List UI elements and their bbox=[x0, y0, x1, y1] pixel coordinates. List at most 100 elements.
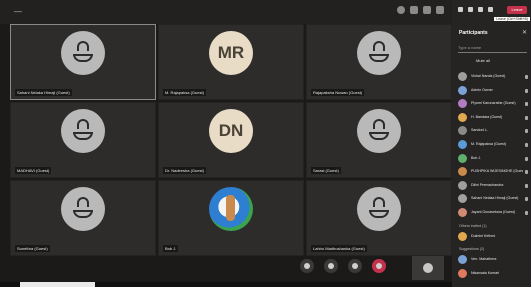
chat-icon[interactable] bbox=[410, 6, 418, 14]
participant-row-name: Nisansala Kumari bbox=[471, 270, 500, 275]
participant-row-name: Sahani Nelaka Himaji (Guest) bbox=[471, 196, 519, 201]
participant-row-name: Dulmini Kethmi bbox=[471, 233, 496, 238]
participant-row[interactable]: H. Bandara (Guest) bbox=[456, 111, 531, 125]
share-button[interactable] bbox=[348, 259, 362, 273]
participant-name: Sahani Nelaka Himaji (Guest) bbox=[15, 89, 72, 96]
leave-button[interactable]: Leave bbox=[507, 6, 527, 14]
self-avatar-icon bbox=[423, 263, 433, 273]
participant-avatar bbox=[458, 194, 467, 204]
participant-avatar bbox=[458, 72, 467, 81]
participant-row[interactable]: Dulmini Kethmi bbox=[456, 230, 531, 244]
video-tile[interactable]: Bob J. bbox=[158, 180, 304, 256]
participant-name: Sarasi (Guest) bbox=[311, 167, 341, 174]
photo-avatar bbox=[209, 187, 253, 232]
participant-row[interactable]: Piyumi Karunaratne (Guest) bbox=[456, 97, 531, 111]
video-tile[interactable]: MR M. Rajapaksa (Guest) bbox=[158, 24, 304, 100]
reactions-icon[interactable] bbox=[423, 6, 431, 14]
video-tile[interactable]: Sarasi (Guest) bbox=[306, 102, 452, 178]
participant-name: M. Rajapaksa (Guest) bbox=[163, 89, 206, 96]
initials-avatar: MR bbox=[209, 31, 253, 76]
participant-row[interactable]: Bob J. bbox=[456, 152, 531, 166]
default-avatar-icon bbox=[61, 187, 105, 232]
self-view[interactable] bbox=[412, 256, 444, 280]
participant-row-name: Bob J. bbox=[471, 155, 482, 160]
participant-row-name: Admin Owner bbox=[471, 87, 493, 92]
more-options-icon[interactable] bbox=[436, 6, 444, 14]
participant-row-name: PUSHPIKA WIJESINGHE (Guest) bbox=[471, 169, 523, 174]
microphone-icon bbox=[525, 170, 528, 175]
people-icon[interactable] bbox=[397, 6, 405, 14]
video-tile[interactable]: Lahiru Madhushanka (Guest) bbox=[306, 180, 452, 256]
meeting-toolbar bbox=[397, 6, 444, 14]
more-icon[interactable] bbox=[478, 7, 483, 12]
microphone-button[interactable] bbox=[324, 259, 338, 273]
call-controls bbox=[300, 259, 386, 273]
windows-taskbar bbox=[0, 282, 452, 287]
video-tile[interactable]: Rajapaksha Nuwan (Guest) bbox=[306, 24, 452, 100]
participant-row-name: H. Bandara (Guest) bbox=[471, 114, 503, 119]
participant-avatar bbox=[458, 139, 467, 149]
section-header-others[interactable]: Others invited (1) bbox=[456, 220, 531, 230]
close-icon[interactable]: ✕ bbox=[522, 29, 527, 36]
participant-row-name: Jayani Gunasekara (Guest) bbox=[471, 209, 515, 214]
participant-name: Sunethra (Guest) bbox=[15, 245, 50, 252]
participant-row[interactable]: Jayani Gunasekara (Guest) bbox=[456, 206, 531, 220]
participant-avatar bbox=[458, 153, 467, 163]
camera-icon[interactable] bbox=[488, 7, 493, 12]
participant-list: Vishal Nanda (Guest) Admin Owner Piyumi … bbox=[456, 70, 531, 280]
microphone-icon bbox=[525, 115, 528, 120]
participant-row[interactable]: M. Rajapaksa (Guest) bbox=[456, 138, 531, 152]
video-tile[interactable]: DN Dr. Nadeesha (Guest) bbox=[158, 102, 304, 178]
meeting-topbar: — bbox=[0, 0, 452, 24]
participant-avatar bbox=[458, 255, 467, 265]
participant-row[interactable]: Vishal Nanda (Guest) bbox=[456, 70, 531, 84]
participant-avatar bbox=[458, 112, 467, 122]
camera-button[interactable] bbox=[300, 259, 314, 273]
participant-row-name: Dilini Premachandra bbox=[471, 182, 504, 187]
section-header-suggestions[interactable]: Suggestions (2) bbox=[456, 243, 531, 253]
participant-row[interactable]: Ven. Mahathera bbox=[456, 253, 531, 267]
panel-title: Participants bbox=[459, 30, 488, 36]
participant-name: Lahiru Madhushanka (Guest) bbox=[311, 245, 367, 252]
participant-avatar bbox=[458, 231, 467, 241]
participant-name: MADHAVI (Guest) bbox=[15, 167, 52, 174]
participant-row[interactable]: Nisansala Kumari bbox=[456, 267, 531, 281]
participant-row-name: Sanduni L. bbox=[471, 128, 489, 133]
participant-avatar bbox=[458, 180, 467, 190]
participant-name: Rajapaksha Nuwan (Guest) bbox=[311, 89, 365, 96]
video-tile[interactable]: MADHAVI (Guest) bbox=[10, 102, 156, 178]
participant-row[interactable]: PUSHPIKA WIJESINGHE (Guest) bbox=[456, 165, 531, 179]
chat-icon[interactable] bbox=[458, 7, 463, 12]
participant-row[interactable]: Sahani Nelaka Himaji (Guest) bbox=[456, 192, 531, 206]
taskbar-search[interactable] bbox=[20, 282, 95, 287]
share-icon bbox=[352, 263, 358, 269]
hang-up-icon bbox=[376, 263, 382, 269]
participant-row-name: M. Rajapaksa (Guest) bbox=[471, 141, 506, 146]
participant-row[interactable]: Admin Owner bbox=[456, 84, 531, 98]
microphone-icon bbox=[525, 183, 528, 188]
microphone-icon bbox=[525, 197, 528, 202]
video-tile[interactable]: Sunethra (Guest) bbox=[10, 180, 156, 256]
participant-row[interactable]: Dilini Premachandra bbox=[456, 179, 531, 193]
participant-row[interactable]: Sanduni L. bbox=[456, 124, 531, 138]
microphone-icon bbox=[525, 102, 528, 107]
video-tile[interactable]: Sahani Nelaka Himaji (Guest) bbox=[10, 24, 156, 100]
participant-avatar bbox=[458, 126, 467, 136]
microphone-icon bbox=[525, 75, 528, 79]
hang-up-button[interactable] bbox=[372, 259, 386, 273]
microphone-icon bbox=[525, 210, 528, 215]
participant-avatar bbox=[458, 268, 467, 278]
meeting-timer: — bbox=[14, 7, 22, 16]
participant-avatar bbox=[458, 85, 467, 95]
participant-search-input[interactable]: Type a name bbox=[458, 44, 527, 53]
initials-avatar: DN bbox=[209, 109, 253, 154]
default-avatar-icon bbox=[357, 187, 401, 232]
participant-row-name: Ven. Mahathera bbox=[471, 257, 497, 262]
microphone-icon bbox=[328, 263, 334, 269]
participant-avatar bbox=[458, 207, 467, 217]
participant-row-name: Vishal Nanda (Guest) bbox=[471, 74, 506, 78]
people-icon[interactable] bbox=[468, 7, 473, 12]
microphone-icon bbox=[525, 142, 528, 147]
mute-all-button[interactable]: Mute all bbox=[476, 58, 490, 63]
default-avatar-icon bbox=[357, 31, 401, 76]
